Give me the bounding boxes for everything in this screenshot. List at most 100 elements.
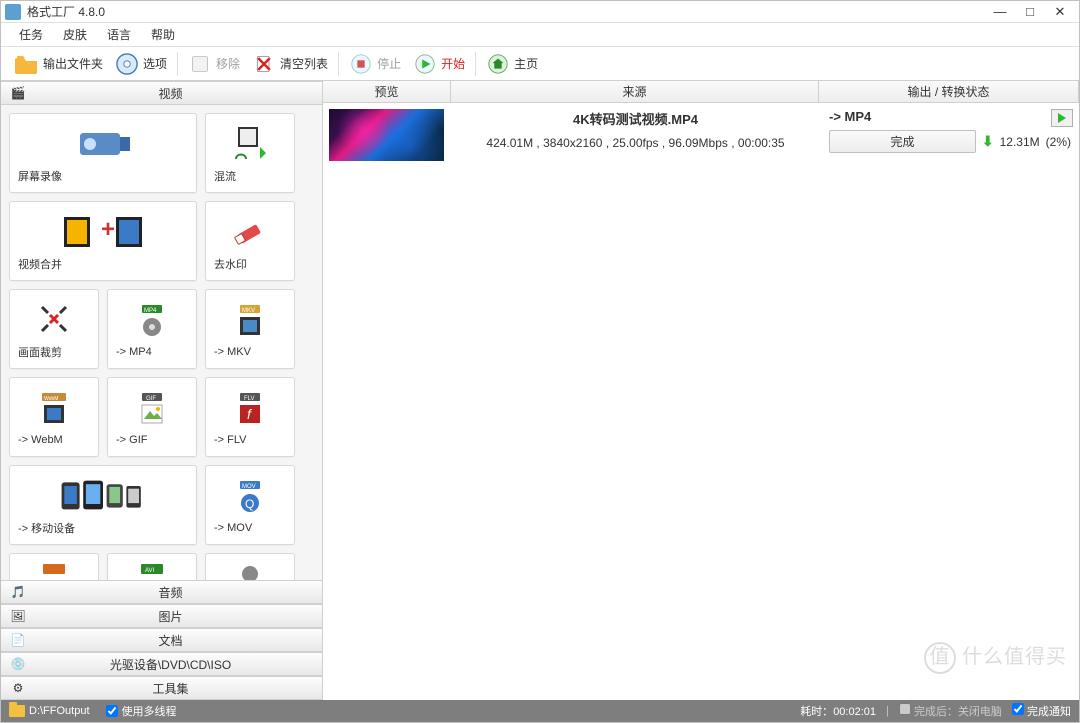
document-icon: 📄 — [9, 632, 27, 648]
merge-icon: + — [58, 210, 148, 252]
header-preview[interactable]: 预览 — [323, 81, 451, 102]
svg-text:WebM: WebM — [44, 396, 58, 402]
tool-to-mp4[interactable]: MP4 -> MP4 — [107, 289, 197, 369]
flv-icon: FLVf — [229, 388, 271, 430]
toolbar-output-folder[interactable]: 输出文件夹 — [9, 50, 109, 78]
sidebar: 🎬 视频 屏幕录像 混流 + 视频合并 — [1, 81, 323, 700]
toolbar-stop-label: 停止 — [377, 55, 401, 72]
statusbar: D:\FFOutput 使用多线程 耗时：00:02:01 | 完成后：关闭电脑… — [1, 700, 1079, 722]
tool-to-mkv[interactable]: MKV -> MKV — [205, 289, 295, 369]
toolbar-clear-list-label: 清空列表 — [280, 55, 328, 72]
mkv-icon: MKV — [229, 300, 271, 342]
toolbar-clear-list[interactable]: 清空列表 — [246, 50, 334, 78]
category-video[interactable]: 🎬 视频 — [1, 81, 322, 105]
menubar: 任务 皮肤 语言 帮助 — [1, 23, 1079, 47]
menu-skin[interactable]: 皮肤 — [53, 24, 97, 45]
tool-remove-watermark[interactable]: 去水印 — [205, 201, 295, 281]
task-thumbnail[interactable] — [329, 109, 444, 161]
note-icon: 🎵 — [9, 584, 27, 600]
minimize-button[interactable]: — — [985, 3, 1015, 21]
toolbar-options-label: 选项 — [143, 55, 167, 72]
tool-partial-3[interactable] — [205, 553, 295, 580]
toolbar-start[interactable]: 开始 — [407, 50, 471, 78]
toolbar-options[interactable]: 选项 — [109, 50, 173, 78]
toolbar-homepage[interactable]: 主页 — [480, 50, 544, 78]
svg-text:MKV: MKV — [242, 308, 255, 314]
tool-to-mobile[interactable]: -> 移动设备 — [9, 465, 197, 545]
svg-text:MOV: MOV — [242, 484, 256, 490]
clear-icon — [252, 52, 276, 76]
category-toolset[interactable]: ⚙ 工具集 — [1, 676, 322, 700]
menu-language[interactable]: 语言 — [97, 24, 141, 45]
gear-icon — [115, 52, 139, 76]
done-notify-label: 完成通知 — [1027, 706, 1071, 718]
category-optical[interactable]: 💿 光驱设备\DVD\CD\ISO — [1, 652, 322, 676]
gear-small-icon: ⚙ — [9, 680, 27, 696]
start-icon — [413, 52, 437, 76]
menu-help[interactable]: 帮助 — [141, 24, 185, 45]
maximize-button[interactable]: □ — [1015, 3, 1045, 21]
watermark: 什么值得买 — [924, 640, 1067, 674]
category-audio[interactable]: 🎵 音频 — [1, 580, 322, 604]
tool-to-flv[interactable]: FLVf -> FLV — [205, 377, 295, 457]
svg-text:MP4: MP4 — [144, 308, 157, 314]
camcorder-icon — [58, 122, 148, 164]
toolbar: 输出文件夹 选项 移除 清空列表 停止 开始 主页 — [1, 47, 1079, 81]
svg-text:+: + — [101, 216, 115, 243]
task-status-button[interactable]: 完成 — [829, 130, 976, 153]
toolbar-homepage-label: 主页 — [514, 55, 538, 72]
after-done-checkbox[interactable] — [899, 703, 911, 715]
eraser-icon — [229, 210, 271, 252]
task-progress-pct: (2%) — [1046, 135, 1071, 149]
toolbar-remove[interactable]: 移除 — [182, 50, 246, 78]
tool-to-gif[interactable]: GIF -> GIF — [107, 377, 197, 457]
toolbar-stop[interactable]: 停止 — [343, 50, 407, 78]
task-play-button[interactable] — [1051, 109, 1073, 127]
header-output[interactable]: 输出 / 转换状态 — [819, 81, 1079, 102]
app-icon — [5, 4, 21, 20]
svg-text:Q: Q — [245, 497, 254, 511]
category-document[interactable]: 📄 文档 — [1, 628, 322, 652]
output-path[interactable]: D:\FFOutput — [29, 705, 90, 717]
tool-partial-1[interactable] — [9, 553, 99, 580]
task-filename: 4K转码测试视频.MP4 — [458, 109, 813, 128]
done-notify-checkbox[interactable] — [1012, 703, 1024, 715]
folder-small-icon — [9, 705, 25, 717]
task-row[interactable]: 4K转码测试视频.MP4 424.01M , 3840x2160 , 25.00… — [323, 103, 1079, 167]
after-done-label: 完成后： — [914, 706, 958, 718]
tool-crop[interactable]: 画面裁剪 — [9, 289, 99, 369]
multithread-checkbox[interactable] — [106, 705, 118, 717]
disc-icon: 💿 — [9, 656, 27, 672]
task-list-header: 预览 来源 输出 / 转换状态 — [323, 81, 1079, 103]
home-icon — [486, 52, 510, 76]
film-icon: 🎬 — [9, 85, 27, 101]
main-panel: 预览 来源 输出 / 转换状态 4K转码测试视频.MP4 424.01M , 3… — [323, 81, 1079, 700]
menu-tasks[interactable]: 任务 — [9, 24, 53, 45]
tool-to-webm[interactable]: WebM -> WebM — [9, 377, 99, 457]
elapsed-value: 00:02:01 — [833, 706, 876, 718]
gif-icon: GIF — [131, 388, 173, 430]
header-source[interactable]: 来源 — [451, 81, 819, 102]
tool-partial-2[interactable]: AVI — [107, 553, 197, 580]
webm-icon: WebM — [33, 388, 75, 430]
toolbar-start-label: 开始 — [441, 55, 465, 72]
category-picture[interactable]: 🖼 图片 — [1, 604, 322, 628]
tool-video-merge[interactable]: + 视频合并 — [9, 201, 197, 281]
mp4-icon: MP4 — [131, 300, 173, 342]
stop-icon — [349, 52, 373, 76]
toolbar-output-folder-label: 输出文件夹 — [43, 55, 103, 72]
tool-to-mov[interactable]: MOVQ -> MOV — [205, 465, 295, 545]
tool-screen-record[interactable]: 屏幕录像 — [9, 113, 197, 193]
shutdown-label: 关闭电脑 — [958, 706, 1002, 718]
tool-mux[interactable]: 混流 — [205, 113, 295, 193]
mov-icon: MOV Q — [229, 476, 271, 518]
task-progress-size: 12.31M — [1000, 135, 1040, 149]
close-button[interactable]: ✕ — [1045, 3, 1075, 21]
crop-icon — [33, 298, 75, 340]
elapsed-label: 耗时： — [800, 706, 833, 718]
mux-icon — [229, 122, 271, 164]
picture-icon: 🖼 — [9, 608, 27, 624]
toolbar-remove-label: 移除 — [216, 55, 240, 72]
svg-text:FLV: FLV — [244, 396, 255, 402]
svg-text:AVI: AVI — [145, 568, 155, 574]
